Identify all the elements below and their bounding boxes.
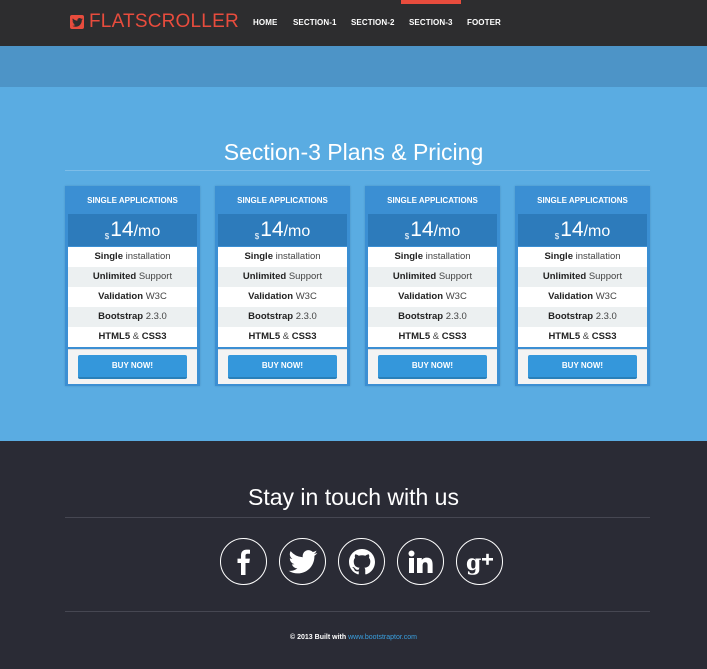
section-divider-bar xyxy=(0,46,707,87)
plan-footer: BUY NOW! xyxy=(368,349,497,384)
plan-feature: HTML5 & CSS3 xyxy=(68,327,197,347)
divider xyxy=(65,517,650,518)
plan-name: SINGLE APPLICATIONS xyxy=(237,196,328,205)
twitter-icon xyxy=(70,15,84,29)
price-amount: 14 xyxy=(110,218,134,241)
nav-footer[interactable]: FOOTER xyxy=(467,0,501,46)
copyright-prefix: © 2013 Built with xyxy=(290,634,347,641)
plan-feature: HTML5 & CSS3 xyxy=(218,327,347,347)
pricing-title: Section-3 Plans & Pricing xyxy=(223,139,484,165)
plan-footer: BUY NOW! xyxy=(218,349,347,384)
plan-feature: Bootstrap 2.3.0 xyxy=(518,307,647,327)
copyright-text: © 2013 Built with www.bootstraptor.com xyxy=(0,634,707,641)
footer-title: Stay in touch with us xyxy=(248,484,459,510)
plan-feature: Single installation xyxy=(68,247,197,267)
price-amount: 14 xyxy=(560,218,584,241)
svg-text:g: g xyxy=(466,550,481,575)
plan-name: SINGLE APPLICATIONS xyxy=(537,196,628,205)
price-period: /mo xyxy=(283,223,311,240)
plan-feature: Single installation xyxy=(218,247,347,267)
nav-section-2[interactable]: SECTION-2 xyxy=(351,0,395,46)
pricing-section: Section-3 Plans & Pricing SINGLE APPLICA… xyxy=(0,87,707,441)
plan-price: $14/mo xyxy=(218,214,347,246)
price-currency: $ xyxy=(404,232,410,241)
plan-feature: Unlimited Support xyxy=(68,267,197,287)
buy-now-button[interactable]: BUY NOW! xyxy=(378,355,487,379)
plan-feature: HTML5 & CSS3 xyxy=(368,327,497,347)
divider xyxy=(65,170,650,171)
brand-name: FLATSCROLLER xyxy=(89,11,239,32)
pricing-plan: SINGLE APPLICATIONS $14/mo Single instal… xyxy=(215,186,350,386)
plan-feature: Single installation xyxy=(518,247,647,267)
plan-feature: Bootstrap 2.3.0 xyxy=(218,307,347,327)
plan-feature: HTML5 & CSS3 xyxy=(518,327,647,347)
buy-now-button[interactable]: BUY NOW! xyxy=(78,355,187,379)
plan-price: $14/mo xyxy=(518,214,647,246)
twitter-icon[interactable] xyxy=(279,538,326,585)
pricing-plan: SINGLE APPLICATIONS $14/mo Single instal… xyxy=(515,186,650,386)
plan-name: SINGLE APPLICATIONS xyxy=(387,196,478,205)
plan-feature: Validation W3C xyxy=(68,287,197,307)
plan-footer: BUY NOW! xyxy=(68,349,197,384)
price-amount: 14 xyxy=(410,218,434,241)
navbar: FLATSCROLLER HOME SECTION-1 SECTION-2 SE… xyxy=(0,0,707,46)
brand-logo[interactable]: FLATSCROLLER xyxy=(70,12,239,32)
plan-feature: Validation W3C xyxy=(368,287,497,307)
plan-price: $14/mo xyxy=(68,214,197,246)
plan-feature: Bootstrap 2.3.0 xyxy=(68,307,197,327)
plan-feature: Single installation xyxy=(368,247,497,267)
price-currency: $ xyxy=(104,232,110,241)
google-plus-icon[interactable]: g xyxy=(456,538,503,585)
plan-feature: Unlimited Support xyxy=(368,267,497,287)
price-currency: $ xyxy=(254,232,260,241)
pricing-plan: SINGLE APPLICATIONS $14/mo Single instal… xyxy=(365,186,500,386)
price-period: /mo xyxy=(133,223,161,240)
plan-feature: Validation W3C xyxy=(218,287,347,307)
plan-footer: BUY NOW! xyxy=(518,349,647,384)
plan-price: $14/mo xyxy=(368,214,497,246)
plan-feature: Validation W3C xyxy=(518,287,647,307)
plan-name: SINGLE APPLICATIONS xyxy=(87,196,178,205)
nav-section-3[interactable]: SECTION-3 xyxy=(401,0,461,46)
price-period: /mo xyxy=(433,223,461,240)
plan-feature: Unlimited Support xyxy=(218,267,347,287)
linkedin-icon[interactable] xyxy=(397,538,444,585)
buy-now-button[interactable]: BUY NOW! xyxy=(228,355,337,379)
nav-section-1[interactable]: SECTION-1 xyxy=(293,0,337,46)
price-period: /mo xyxy=(583,223,611,240)
divider xyxy=(65,611,650,612)
buy-now-button[interactable]: BUY NOW! xyxy=(528,355,637,379)
price-currency: $ xyxy=(554,232,560,241)
bootstraptor-link[interactable]: www.bootstraptor.com xyxy=(348,634,417,641)
facebook-icon[interactable] xyxy=(220,538,267,585)
github-icon[interactable] xyxy=(338,538,385,585)
plan-feature: Unlimited Support xyxy=(518,267,647,287)
nav-home[interactable]: HOME xyxy=(253,0,277,46)
pricing-plan: SINGLE APPLICATIONS $14/mo Single instal… xyxy=(65,186,200,386)
plan-feature: Bootstrap 2.3.0 xyxy=(368,307,497,327)
price-amount: 14 xyxy=(260,218,284,241)
